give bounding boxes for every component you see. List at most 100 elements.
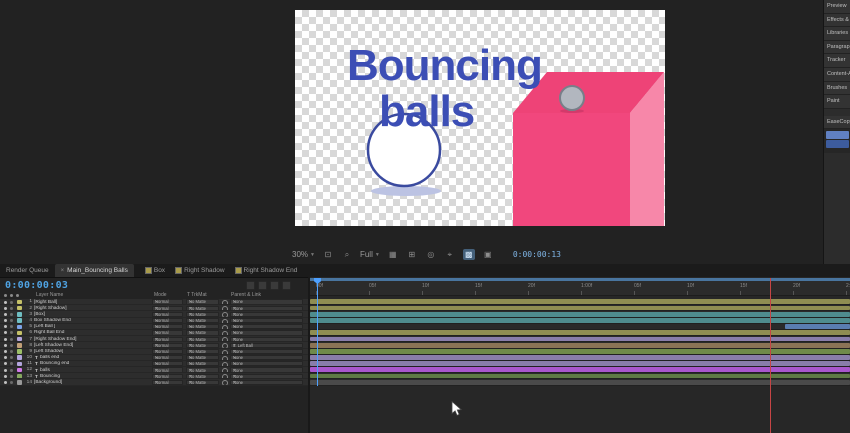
mode-dropdown[interactable]: Normal ▼ bbox=[152, 330, 183, 336]
trkmat-dropdown[interactable]: No Matte ▼ bbox=[186, 348, 219, 354]
layer-row-background[interactable]: 14 [Background] Normal ▼ No Matte ▼ None ▼ bbox=[0, 379, 308, 386]
layer-label-swatch[interactable] bbox=[17, 318, 22, 323]
parent-dropdown[interactable]: None ▼ bbox=[230, 324, 303, 329]
layer-duration-bar[interactable] bbox=[310, 317, 850, 323]
current-timecode[interactable]: 0:00:00:03 bbox=[5, 280, 68, 291]
trkmat-dropdown[interactable]: No Matte ▼ bbox=[186, 342, 219, 348]
eye-icon[interactable] bbox=[4, 362, 7, 366]
panel-tab-effects-pr[interactable]: Effects & Pr bbox=[824, 13, 850, 28]
layer-label-swatch[interactable] bbox=[17, 343, 22, 348]
panel-tab-paragraph[interactable]: Paragraph bbox=[824, 40, 850, 55]
easecopy-button[interactable] bbox=[826, 140, 849, 149]
mode-dropdown[interactable]: Normal ▼ bbox=[152, 305, 183, 311]
mode-header[interactable]: Mode bbox=[154, 292, 167, 298]
panel-tab-brushes[interactable]: Brushes bbox=[824, 81, 850, 96]
eye-icon[interactable] bbox=[4, 374, 7, 378]
lock-icon[interactable] bbox=[10, 356, 13, 360]
layer-label-swatch[interactable] bbox=[17, 380, 22, 385]
layer-name[interactable]: [Box] bbox=[34, 312, 45, 317]
layer-label-swatch[interactable] bbox=[17, 299, 22, 305]
lock-icon[interactable] bbox=[10, 319, 13, 323]
layer-duration-bar[interactable] bbox=[310, 330, 850, 336]
layer-name[interactable]: [Right Ball] bbox=[34, 300, 57, 305]
panel-tab-content-aw[interactable]: Content-Aw bbox=[824, 67, 850, 82]
transparency-grid-icon[interactable]: ▩ bbox=[462, 249, 475, 260]
time-ruler[interactable]: 00f05f10f15f20f1:00f05f10f15f20f2:00f bbox=[310, 281, 850, 296]
trkmat-dropdown[interactable]: No Matte ▼ bbox=[186, 373, 219, 379]
mode-dropdown[interactable]: Normal ▼ bbox=[152, 361, 183, 367]
layer-label-swatch[interactable] bbox=[17, 305, 22, 311]
trkmat-dropdown[interactable]: No Matte ▼ bbox=[186, 379, 219, 385]
mode-dropdown[interactable]: Normal ▼ bbox=[152, 348, 183, 354]
layer-name[interactable]: [Right Shadow] bbox=[34, 306, 67, 311]
playhead[interactable] bbox=[317, 278, 318, 386]
eye-icon[interactable] bbox=[4, 380, 7, 384]
layer-label-swatch[interactable] bbox=[17, 361, 22, 367]
eye-icon[interactable] bbox=[4, 319, 7, 323]
parent-dropdown[interactable]: None ▼ bbox=[230, 348, 303, 354]
eye-icon[interactable] bbox=[4, 337, 7, 341]
trkmat-header[interactable]: T TrkMat bbox=[187, 292, 207, 298]
comp-tab-right-shadow-end[interactable]: Right Shadow End bbox=[230, 264, 303, 277]
layer-duration-bar[interactable] bbox=[310, 342, 850, 348]
layer-name[interactable]: [Left Shadow] bbox=[34, 349, 63, 354]
mode-dropdown[interactable]: Normal ▼ bbox=[152, 299, 183, 305]
trkmat-dropdown[interactable]: No Matte ▼ bbox=[186, 330, 219, 336]
trkmat-dropdown[interactable]: No Matte ▼ bbox=[186, 367, 219, 373]
frame-blend-toggle-icon[interactable] bbox=[258, 281, 267, 290]
mode-dropdown[interactable]: Normal ▼ bbox=[152, 342, 183, 348]
tab-main-bouncing-balls[interactable]: × Main_Bouncing Balls bbox=[54, 264, 134, 277]
panel-tab-easecopy[interactable]: EaseCopy bbox=[824, 115, 850, 130]
layer-label-swatch[interactable] bbox=[17, 349, 22, 354]
mode-dropdown[interactable]: Normal ▼ bbox=[152, 317, 183, 323]
zoom-select[interactable]: 30% ▼ bbox=[292, 250, 315, 259]
lock-icon[interactable] bbox=[10, 337, 13, 341]
preview-timecode[interactable]: 0:00:00:13 bbox=[513, 250, 561, 259]
pickwhip-icon[interactable] bbox=[222, 380, 228, 385]
motion-blur-toggle-icon[interactable] bbox=[270, 281, 279, 290]
layer-label-swatch[interactable] bbox=[17, 312, 22, 317]
parent-dropdown[interactable]: None ▼ bbox=[230, 299, 303, 305]
layer-name[interactable]: [Background] bbox=[34, 380, 62, 385]
layer-name[interactable]: [Left Ball ] bbox=[34, 324, 55, 329]
eye-icon[interactable] bbox=[4, 356, 7, 360]
layer-duration-bar[interactable] bbox=[785, 324, 850, 329]
graph-editor-icon[interactable] bbox=[282, 281, 291, 290]
trkmat-dropdown[interactable]: No Matte ▼ bbox=[186, 299, 219, 305]
lock-icon[interactable] bbox=[10, 325, 13, 329]
eye-icon[interactable] bbox=[4, 368, 7, 372]
camera-icon[interactable]: ▣ bbox=[482, 249, 494, 260]
mode-dropdown[interactable]: Normal ▼ bbox=[152, 324, 183, 329]
trkmat-dropdown[interactable]: No Matte ▼ bbox=[186, 305, 219, 311]
layer-label-swatch[interactable] bbox=[17, 336, 22, 342]
eye-icon[interactable] bbox=[4, 331, 7, 335]
eye-icon[interactable] bbox=[4, 343, 7, 347]
layer-label-swatch[interactable] bbox=[17, 367, 22, 373]
panel-tab-libraries[interactable]: Libraries bbox=[824, 27, 850, 41]
parent-dropdown[interactable]: 5. Left Ball ▼ bbox=[230, 342, 303, 348]
parent-dropdown[interactable]: None ▼ bbox=[230, 336, 303, 342]
layer-duration-bar[interactable] bbox=[310, 311, 850, 317]
mode-dropdown[interactable]: Normal ▼ bbox=[152, 336, 183, 342]
parent-header[interactable]: Parent & Link bbox=[231, 292, 261, 298]
layer-duration-bar[interactable] bbox=[310, 336, 850, 342]
composition-viewport[interactable]: Bouncing balls bbox=[295, 10, 665, 226]
parent-dropdown[interactable]: None ▼ bbox=[230, 330, 303, 336]
layer-duration-bar[interactable] bbox=[310, 305, 850, 311]
layer-name[interactable]: Right Ball End bbox=[34, 330, 64, 335]
mode-dropdown[interactable]: Normal ▼ bbox=[152, 311, 183, 317]
resolution-select[interactable]: Full ▼ bbox=[360, 250, 380, 259]
lock-icon[interactable] bbox=[10, 331, 13, 335]
trkmat-dropdown[interactable]: No Matte ▼ bbox=[186, 317, 219, 323]
fit-icon[interactable]: ⊡ bbox=[322, 249, 334, 260]
layer-label-swatch[interactable] bbox=[17, 374, 22, 379]
mode-dropdown[interactable]: Normal ▼ bbox=[152, 367, 183, 373]
parent-dropdown[interactable]: None ▼ bbox=[230, 367, 303, 373]
layer-duration-bar[interactable] bbox=[310, 348, 850, 354]
layer-duration-bar[interactable] bbox=[310, 367, 850, 373]
parent-dropdown[interactable]: None ▼ bbox=[230, 379, 303, 385]
parent-dropdown[interactable]: None ▼ bbox=[230, 311, 303, 317]
eye-icon[interactable] bbox=[4, 312, 7, 316]
parent-dropdown[interactable]: None ▼ bbox=[230, 373, 303, 379]
panel-tab-tracker[interactable]: Tracker bbox=[824, 54, 850, 68]
